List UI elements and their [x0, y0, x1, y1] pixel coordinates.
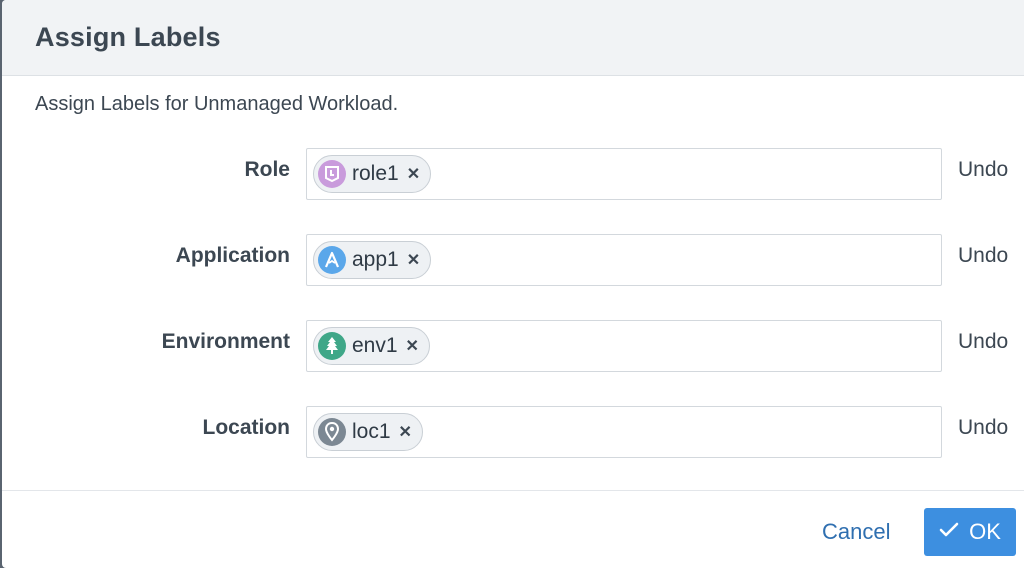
dialog-subtitle: Assign Labels for Unmanaged Workload. [35, 93, 399, 115]
role-chip: role1 ✕ [313, 155, 432, 193]
location-pin-icon [318, 418, 346, 446]
cancel-button[interactable]: Cancel [822, 519, 890, 545]
environment-chip-remove-icon[interactable]: ✕ [406, 336, 419, 356]
application-label: Application [175, 244, 290, 267]
role-row: Role role1 ✕ Undo [2, 148, 1024, 202]
application-input[interactable]: app1 ✕ [306, 234, 942, 286]
role-undo-button[interactable]: Undo [958, 158, 1008, 182]
role-chip-label: role1 [352, 162, 399, 185]
application-chip-remove-icon[interactable]: ✕ [407, 250, 420, 270]
role-icon [318, 160, 346, 188]
environment-input[interactable]: env1 ✕ [306, 320, 942, 372]
dialog-footer: Cancel OK [2, 490, 1024, 568]
environment-label: Environment [161, 330, 290, 353]
ok-button-label: OK [969, 519, 1001, 544]
location-chip-remove-icon[interactable]: ✕ [399, 422, 412, 442]
location-row: Location loc1 ✕ Undo [2, 406, 1024, 460]
check-icon [939, 522, 959, 543]
application-undo-button[interactable]: Undo [958, 244, 1008, 268]
role-chip-remove-icon[interactable]: ✕ [407, 164, 420, 184]
dialog-header: Assign Labels [2, 0, 1024, 76]
role-label: Role [244, 158, 290, 181]
application-chip: app1 ✕ [313, 241, 432, 279]
application-chip-label: app1 [352, 248, 399, 271]
environment-chip: env1 ✕ [313, 327, 430, 365]
location-chip-label: loc1 [352, 420, 391, 443]
location-chip: loc1 ✕ [313, 413, 423, 451]
location-undo-button[interactable]: Undo [958, 416, 1008, 440]
location-input[interactable]: loc1 ✕ [306, 406, 942, 458]
tree-icon [318, 332, 346, 360]
environment-chip-label: env1 [352, 334, 398, 357]
environment-undo-button[interactable]: Undo [958, 330, 1008, 354]
assign-labels-dialog: Assign Labels Assign Labels for Unmanage… [2, 0, 1024, 568]
role-input[interactable]: role1 ✕ [306, 148, 942, 200]
location-label: Location [202, 416, 291, 439]
application-row: Application app1 ✕ Undo [2, 234, 1024, 288]
application-icon [318, 246, 346, 274]
dialog-title: Assign Labels [35, 22, 221, 52]
ok-button[interactable]: OK [924, 508, 1016, 556]
environment-row: Environment env1 ✕ Undo [2, 320, 1024, 374]
